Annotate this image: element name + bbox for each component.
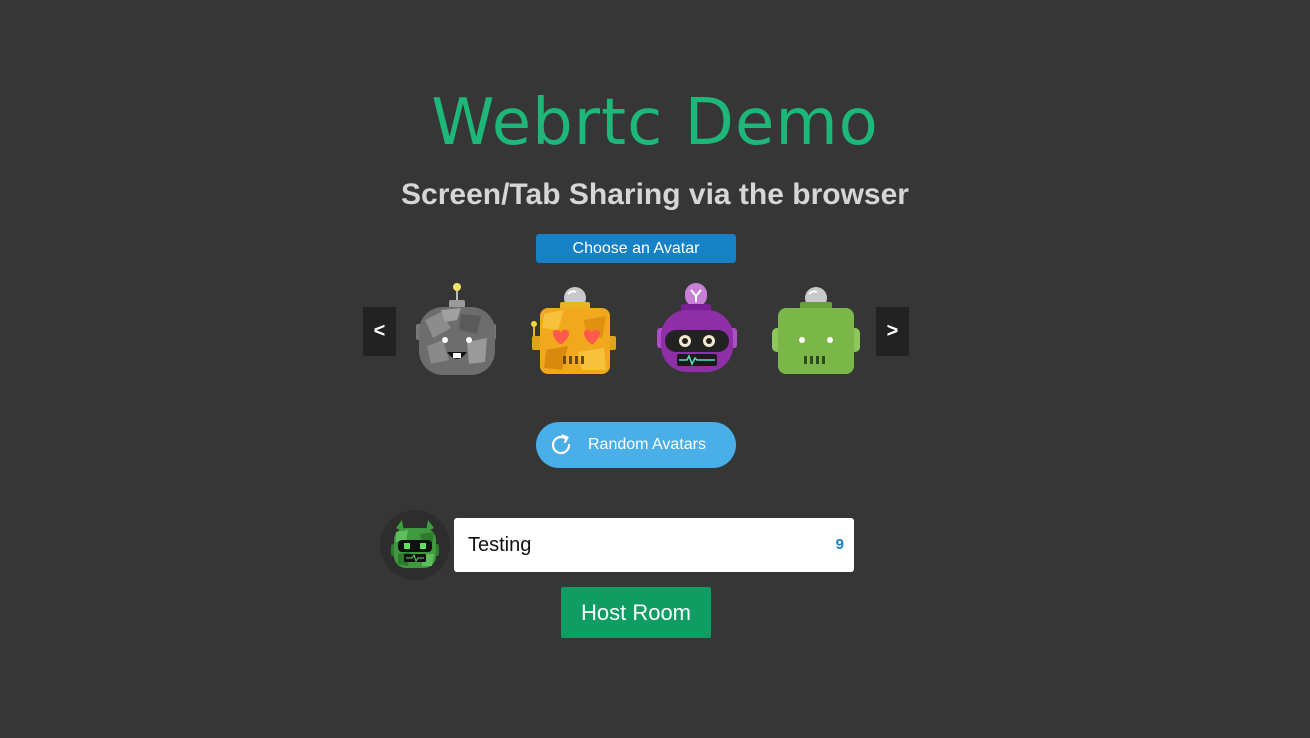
- refresh-icon: [551, 434, 571, 455]
- page-title: Webrtc Demo: [431, 86, 879, 160]
- gray-robot-icon: [416, 283, 496, 375]
- char-count: 9: [835, 536, 844, 553]
- avatar-option-yellow-robot[interactable]: [528, 280, 618, 380]
- prev-avatars-button[interactable]: <: [363, 307, 396, 356]
- random-avatars-label: Random Avatars: [588, 436, 706, 453]
- yellow-robot-icon: [531, 287, 616, 374]
- green-robot-icon: [772, 287, 860, 374]
- name-field[interactable]: 9: [454, 518, 854, 572]
- random-avatars-button[interactable]: Random Avatars: [536, 422, 736, 468]
- selected-avatar: [380, 510, 450, 580]
- page: Webrtc Demo Screen/Tab Sharing via the b…: [0, 0, 1310, 738]
- avatar-option-gray-robot[interactable]: [411, 280, 501, 380]
- purple-robot-icon: [657, 283, 737, 372]
- choose-avatar-button[interactable]: Choose an Avatar: [536, 234, 736, 263]
- page-subtitle: Screen/Tab Sharing via the browser: [401, 178, 909, 211]
- name-input[interactable]: [468, 518, 808, 572]
- avatar-option-purple-robot[interactable]: [651, 280, 741, 380]
- host-room-button[interactable]: Host Room: [561, 587, 711, 638]
- green-camo-robot-icon: [391, 520, 439, 568]
- avatar-option-green-robot[interactable]: [770, 280, 860, 380]
- next-avatars-button[interactable]: >: [876, 307, 909, 356]
